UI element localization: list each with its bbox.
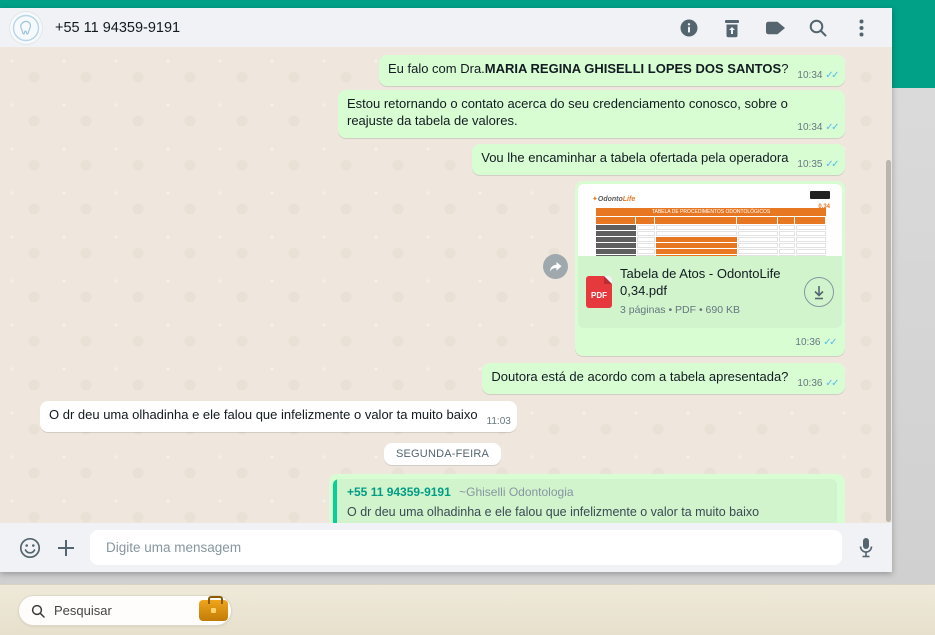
read-ticks-icon: ✓✓: [823, 337, 837, 348]
forward-icon[interactable]: [543, 254, 568, 279]
read-ticks-icon: ✓✓: [825, 159, 839, 170]
search-placeholder: Pesquisar: [54, 603, 199, 618]
contact-avatar[interactable]: [10, 12, 42, 44]
message-text: Doutora está de acordo com a tabela apre…: [491, 369, 788, 384]
preview-corner-value: 0,34: [810, 191, 830, 216]
message-time: 10:36 ✓✓: [797, 375, 839, 392]
whatsapp-window: +55 11 94359-9191: [0, 8, 892, 572]
info-icon[interactable]: [678, 17, 700, 39]
tooth-logo-icon: [12, 14, 40, 42]
download-icon[interactable]: [804, 277, 834, 307]
pdf-preview-thumbnail[interactable]: ✦OdontoLife 0,34 TABELA DE PROCEDIMENTOS…: [578, 184, 842, 256]
message-text-bold: MARIA REGINA GHISELLI LOPES DOS SANTOS: [485, 61, 781, 76]
quote-sender-via: ~Ghiselli Odontologia: [459, 485, 573, 499]
message-bubble-outgoing-with-quote[interactable]: +55 11 94359-9191 ~Ghiselli Odontologia …: [329, 474, 845, 523]
message-bubble-outgoing[interactable]: Doutora está de acordo com a tabela apre…: [482, 363, 845, 394]
message-text: Vou lhe encaminhar a tabela ofertada pel…: [481, 150, 788, 165]
taskbar-search[interactable]: Pesquisar: [18, 595, 232, 626]
message-input[interactable]: Digite uma mensagem: [90, 530, 842, 565]
message-bubble-outgoing[interactable]: Eu falo com Dra.MARIA REGINA GHISELLI LO…: [379, 55, 845, 86]
attach-plus-icon[interactable]: [52, 534, 80, 562]
quote-sender: +55 11 94359-9191: [347, 485, 451, 499]
label-icon[interactable]: [764, 17, 786, 39]
preview-table-title: TABELA DE PROCEDIMENTOS ODONTOLÓGICOS: [596, 208, 826, 216]
message-time: 10:34 ✓✓: [797, 67, 839, 84]
message-time: 11:03: [487, 413, 511, 430]
taskbar: Pesquisar ✂: [0, 584, 935, 635]
message-text: O dr deu uma olhadinha e ele falou que i…: [49, 407, 478, 422]
pdf-attachment-row[interactable]: Tabela de Atos - OdontoLife 0,34.pdf 3 p…: [578, 256, 842, 328]
archive-icon[interactable]: [721, 17, 743, 39]
quote-text: O dr deu uma olhadinha e ele falou que i…: [347, 504, 759, 521]
search-icon[interactable]: [807, 17, 829, 39]
odontolife-logo: ✦OdontoLife: [592, 191, 635, 208]
pdf-filename: Tabela de Atos - OdontoLife 0,34.pdf: [620, 265, 796, 299]
message-bubble-outgoing[interactable]: Estou retornando o contato acerca do seu…: [338, 90, 845, 138]
menu-icon[interactable]: [850, 17, 872, 39]
preview-table-header: [596, 217, 826, 224]
message-composer: Digite uma mensagem: [0, 523, 892, 572]
read-ticks-icon: ✓✓: [825, 378, 839, 389]
search-icon: [31, 604, 45, 618]
read-ticks-icon: ✓✓: [825, 70, 839, 81]
microphone-icon[interactable]: [852, 534, 880, 562]
date-divider: SEGUNDA-FEIRA: [384, 443, 501, 465]
screen: +55 11 94359-9191: [0, 0, 935, 635]
emoji-icon[interactable]: [16, 534, 44, 562]
chat-title[interactable]: +55 11 94359-9191: [55, 20, 678, 36]
message-bubble-document[interactable]: ✦OdontoLife 0,34 TABELA DE PROCEDIMENTOS…: [575, 181, 845, 356]
pdf-file-meta: 3 páginas • PDF • 690 KB: [620, 302, 796, 319]
message-bubble-outgoing[interactable]: Vou lhe encaminhar a tabela ofertada pel…: [472, 144, 845, 175]
pdf-file-icon: [586, 276, 612, 308]
message-bubble-incoming[interactable]: O dr deu uma olhadinha e ele falou que i…: [40, 401, 517, 432]
search-highlight-briefcase-icon: [199, 600, 228, 621]
message-list: Eu falo com Dra.MARIA REGINA GHISELLI LO…: [0, 47, 892, 523]
message-input-placeholder: Digite uma mensagem: [106, 540, 241, 555]
quoted-message[interactable]: +55 11 94359-9191 ~Ghiselli Odontologia …: [333, 479, 837, 523]
message-time: 10:36 ✓✓: [578, 328, 842, 352]
chat-header: +55 11 94359-9191: [0, 8, 892, 47]
message-text: Eu falo com Dra.: [388, 61, 485, 76]
chat-scrollbar[interactable]: [886, 160, 891, 522]
message-time: 10:34 ✓✓: [797, 119, 839, 136]
message-time: 10:35 ✓✓: [797, 156, 839, 173]
read-ticks-icon: ✓✓: [825, 122, 839, 133]
message-text: Estou retornando o contato acerca do seu…: [347, 96, 788, 128]
